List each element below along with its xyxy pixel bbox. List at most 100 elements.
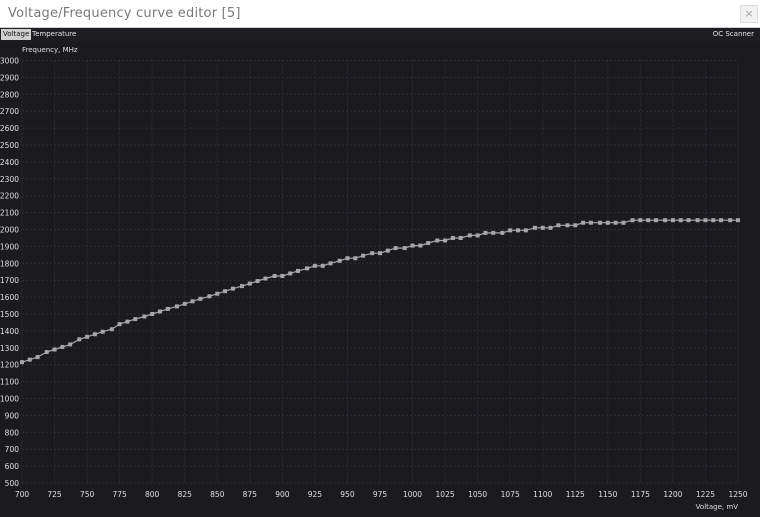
curve-point[interactable] [458, 235, 463, 240]
curve-point[interactable] [85, 334, 90, 339]
curve-point[interactable] [426, 241, 431, 246]
curve-point[interactable] [573, 223, 578, 228]
vf-curve-graph[interactable]: 500 600 700 800 900 1000 1100 1200 1300 1400 1500 1… [0, 41, 760, 513]
curve-point[interactable] [157, 309, 162, 314]
curve-point[interactable] [337, 258, 342, 263]
curve-point[interactable] [540, 225, 545, 230]
curve-point[interactable] [556, 223, 561, 228]
curve-point[interactable] [581, 220, 586, 225]
curve-point[interactable] [678, 218, 683, 223]
curve-point[interactable] [312, 263, 317, 268]
curve-point[interactable] [686, 218, 691, 223]
curve-point[interactable] [443, 238, 448, 243]
curve-point[interactable] [621, 220, 626, 225]
curve-point[interactable] [27, 357, 32, 362]
curve-point[interactable] [467, 233, 472, 238]
curve-point[interactable] [109, 327, 114, 332]
curve-point[interactable] [523, 228, 528, 233]
curve-point[interactable] [491, 230, 496, 235]
curve-point[interactable] [328, 261, 333, 266]
curve-point[interactable] [92, 332, 97, 337]
curve-point[interactable] [320, 263, 325, 268]
curve-point[interactable] [223, 289, 228, 294]
curve-point[interactable] [207, 294, 212, 299]
curve-point[interactable] [263, 276, 268, 281]
curve-point[interactable] [703, 218, 708, 223]
curve-point[interactable] [142, 314, 147, 319]
vf-curve-chart[interactable]: 500 600 700 800 900 1000 1100 1200 1300 1400 1500 1… [0, 41, 760, 513]
curve-point[interactable] [532, 225, 537, 230]
curve-point[interactable] [353, 256, 358, 261]
curve-point[interactable] [410, 243, 415, 248]
curve-point[interactable] [385, 248, 390, 253]
curve-point[interactable] [117, 322, 122, 327]
curve-point[interactable] [230, 286, 235, 291]
y-tick-label: 1200 [0, 361, 19, 370]
tab-voltage[interactable]: Voltage [1, 29, 32, 40]
curve-point[interactable] [174, 304, 179, 309]
curve-point[interactable] [736, 218, 740, 223]
curve-point[interactable] [255, 279, 260, 284]
oc-scanner-button[interactable]: OC Scanner [711, 29, 756, 40]
curve-point[interactable] [272, 273, 277, 278]
curve-point[interactable] [598, 220, 603, 225]
curve-point[interactable] [588, 220, 593, 225]
curve-point[interactable] [44, 350, 49, 355]
curve-point[interactable] [435, 238, 440, 243]
curve-point[interactable] [646, 218, 651, 223]
curve-point[interactable] [215, 291, 220, 296]
curve-point[interactable] [280, 273, 285, 278]
curve-point[interactable] [653, 218, 658, 223]
curve-point[interactable] [288, 271, 293, 276]
curve-point[interactable] [515, 228, 520, 233]
curve-point[interactable] [100, 329, 105, 334]
curve-point[interactable] [393, 246, 398, 251]
curve-point[interactable] [125, 319, 130, 324]
curve-point[interactable] [630, 218, 635, 223]
curve-point[interactable] [475, 233, 480, 238]
curve-point[interactable] [711, 218, 716, 223]
curve-point[interactable] [240, 284, 245, 289]
curve-point[interactable] [182, 301, 187, 306]
curve-point[interactable] [565, 223, 570, 228]
x-tick-label: 1100 [533, 490, 552, 499]
curve-point[interactable] [728, 218, 733, 223]
curve-point[interactable] [361, 253, 366, 258]
curve-point[interactable] [20, 360, 24, 365]
curve-point[interactable] [370, 251, 375, 256]
curve-point[interactable] [508, 228, 513, 233]
curve-point[interactable] [60, 344, 65, 349]
curve-point[interactable] [418, 243, 423, 248]
y-tick-label: 700 [5, 445, 20, 454]
curve-point[interactable] [695, 218, 700, 223]
curve-point[interactable] [305, 266, 310, 271]
tab-temperature[interactable]: Temperature [30, 29, 78, 40]
close-button[interactable]: × [740, 5, 758, 23]
curve-point[interactable] [77, 337, 82, 342]
curve-point[interactable] [613, 220, 618, 225]
curve-point[interactable] [483, 230, 488, 235]
curve-point[interactable] [68, 342, 73, 347]
curve-point[interactable] [133, 317, 138, 322]
curve-point[interactable] [719, 218, 724, 223]
curve-point[interactable] [638, 218, 643, 223]
curve-point[interactable] [165, 306, 170, 311]
curve-point[interactable] [345, 256, 350, 261]
curve-point[interactable] [605, 220, 610, 225]
curve-point[interactable] [402, 246, 407, 251]
curve-point[interactable] [378, 251, 382, 256]
curve-point[interactable] [190, 299, 195, 304]
y-tick-label: 3000 [0, 57, 19, 66]
curve-point[interactable] [247, 281, 252, 286]
curve-point[interactable] [663, 218, 668, 223]
curve-point[interactable] [150, 312, 155, 316]
curve-point[interactable] [670, 218, 675, 223]
curve-point[interactable] [548, 225, 553, 230]
curve-point[interactable] [35, 355, 40, 360]
curve-point[interactable] [198, 296, 203, 301]
x-tick-label: 850 [210, 490, 225, 499]
curve-point[interactable] [52, 347, 57, 352]
curve-point[interactable] [500, 230, 505, 235]
curve-point[interactable] [295, 268, 300, 273]
curve-point[interactable] [450, 235, 455, 240]
